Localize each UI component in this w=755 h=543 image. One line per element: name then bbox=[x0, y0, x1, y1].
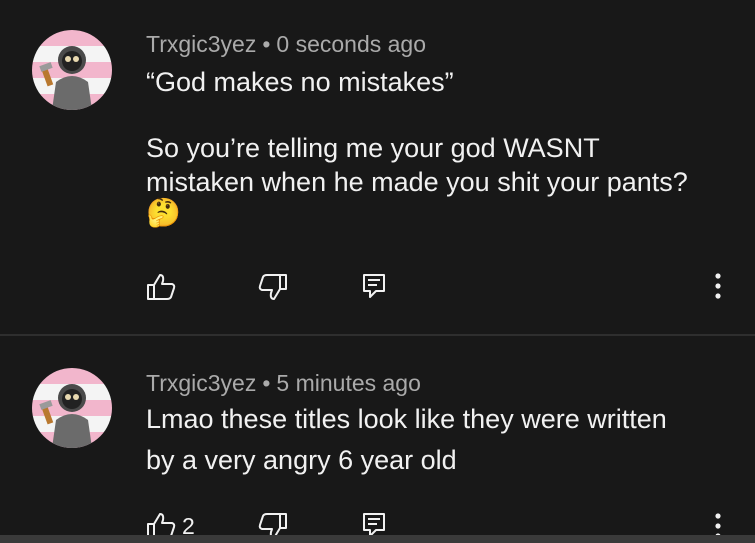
comment-line: by a very angry 6 year old bbox=[146, 445, 457, 475]
comment-meta: Trxgic3yez • 5 minutes ago bbox=[146, 370, 421, 397]
thumbs-down-icon bbox=[258, 274, 287, 300]
thinking-emoji: 🤔 bbox=[146, 197, 181, 228]
comment-meta: Trxgic3yez • 0 seconds ago bbox=[146, 31, 426, 58]
comment-line: So you’re telling me your god WASNT bbox=[146, 133, 600, 163]
comment-author[interactable]: Trxgic3yez bbox=[146, 370, 256, 396]
comment-item: Trxgic3yez • 5 minutes ago Lmao these titl… bbox=[0, 336, 755, 543]
avatar[interactable] bbox=[32, 368, 112, 448]
reply-icon bbox=[363, 274, 385, 298]
like-button[interactable] bbox=[146, 273, 182, 301]
avatar-masked-figure-icon bbox=[32, 30, 112, 110]
comment-author[interactable]: Trxgic3yez bbox=[146, 31, 256, 57]
bottom-bar bbox=[0, 535, 755, 543]
avatar[interactable] bbox=[32, 30, 112, 110]
more-options-button[interactable] bbox=[710, 272, 726, 300]
thumbs-up-icon bbox=[147, 274, 176, 300]
comment-timestamp[interactable]: 5 minutes ago bbox=[276, 370, 420, 396]
comment-item: Trxgic3yez • 0 seconds ago “God makes no m… bbox=[0, 0, 755, 334]
reply-button[interactable] bbox=[362, 273, 386, 299]
comment-line: mistaken when he made you shit your pant… bbox=[146, 167, 688, 197]
avatar-masked-figure-icon bbox=[32, 368, 112, 448]
meta-separator: • bbox=[262, 31, 271, 57]
dislike-button[interactable] bbox=[258, 273, 288, 301]
comment-line: Lmao these titles look like they were wr… bbox=[146, 404, 667, 434]
comment-timestamp[interactable]: 0 seconds ago bbox=[276, 31, 426, 57]
more-options-icon bbox=[715, 273, 721, 299]
meta-separator: • bbox=[262, 370, 271, 396]
comment-line: “God makes no mistakes” bbox=[146, 67, 454, 97]
